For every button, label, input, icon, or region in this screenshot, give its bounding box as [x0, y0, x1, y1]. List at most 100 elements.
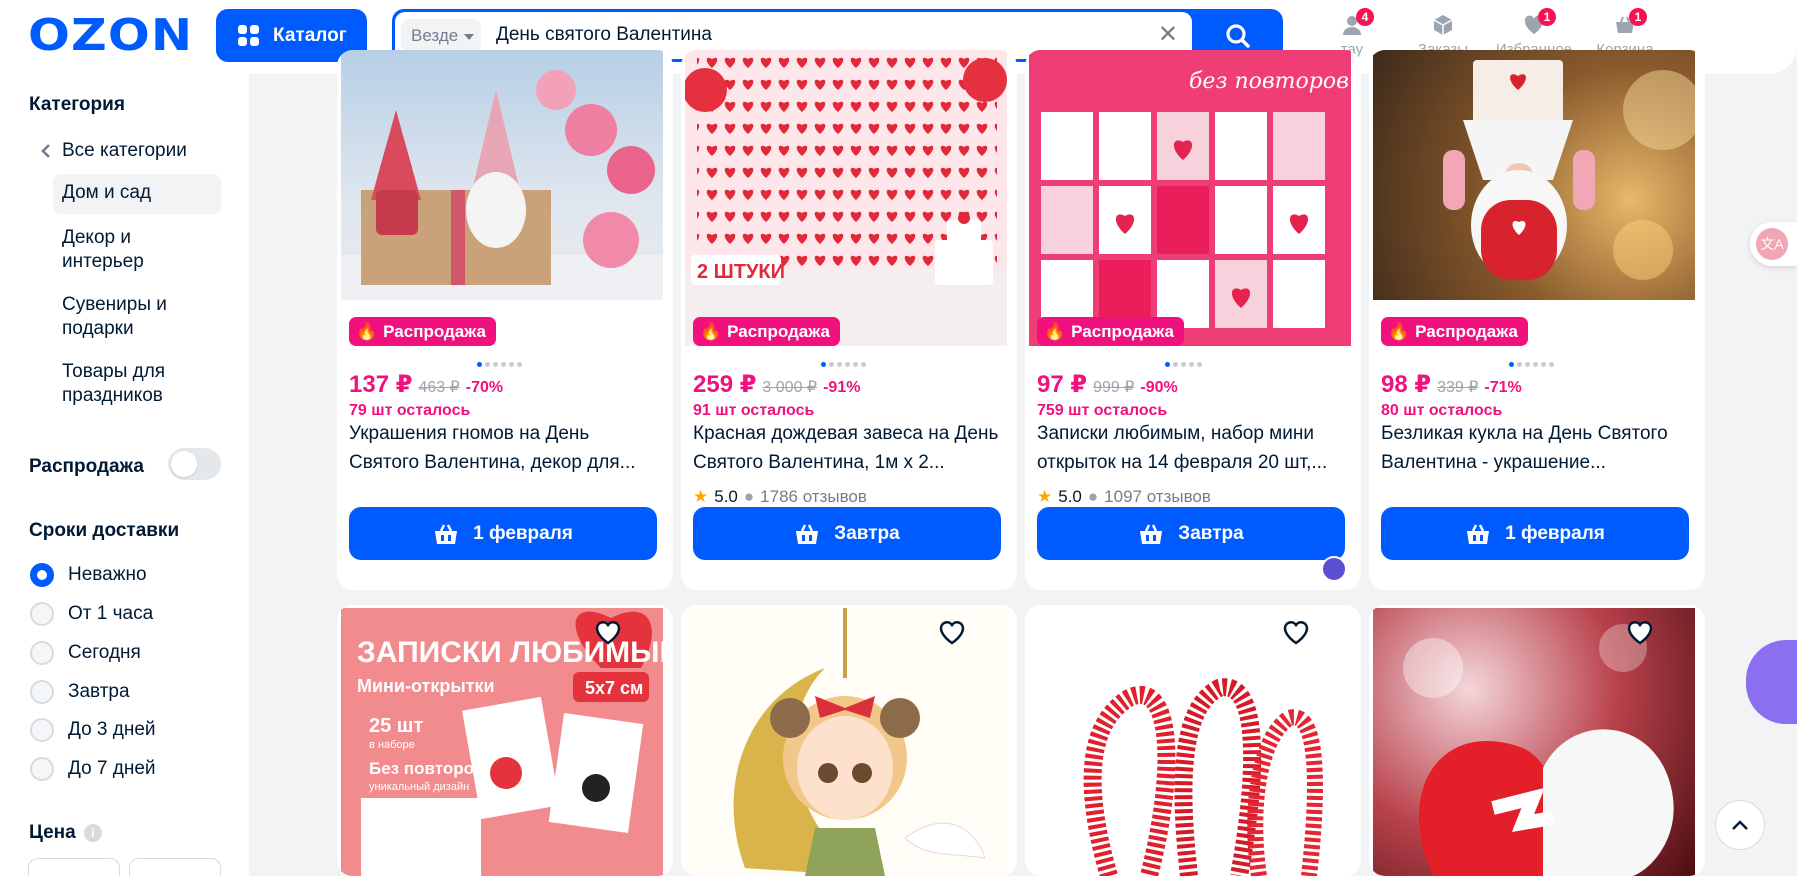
image-text: без повторов	[1189, 69, 1349, 94]
image-b1: 25 шт	[369, 715, 423, 737]
add-to-cart-button[interactable]: 1 февраля	[349, 507, 657, 560]
favorite-heart-icon[interactable]	[593, 617, 623, 647]
discount: -70%	[465, 379, 504, 396]
fire-icon: 🔥	[700, 321, 722, 341]
delivery-option-3days[interactable]: До 3 дней	[30, 718, 156, 742]
price: 259 ₽	[693, 371, 757, 398]
product-card[interactable]: 2 ШТУКИ 🔥 Распродажа 259 ₽ 3 000 ₽ -91% 91 …	[681, 50, 1017, 590]
sale-badge: 🔥 Распродажа	[1037, 317, 1184, 346]
price-line: 259 ₽ 3 000 ₽ -91%	[693, 370, 860, 399]
price: 97 ₽	[1037, 371, 1088, 398]
favorite-heart-icon[interactable]	[1625, 617, 1655, 647]
delivery-option-today[interactable]: Сегодня	[30, 641, 141, 665]
discount: -90%	[1140, 379, 1178, 396]
info-icon[interactable]: i	[83, 823, 102, 842]
product-card[interactable]: без повторов 🔥 Распродажа 97 ₽ 999 ₽ -90% 7…	[1025, 50, 1361, 590]
favorites-badge: 1	[1538, 8, 1556, 26]
price-line: 97 ₽ 999 ₽ -90%	[1037, 370, 1178, 399]
add-to-cart-button[interactable]: Завтра	[693, 507, 1001, 560]
image-pager[interactable]	[1509, 362, 1554, 367]
sale-badge: 🔥 Распродажа	[1381, 317, 1528, 346]
fire-icon: 🔥	[1044, 321, 1066, 341]
add-to-cart-button[interactable]: 1 февраля	[1381, 507, 1689, 560]
subcategory-decor[interactable]: Декор и интерьер	[62, 226, 212, 274]
sale-filter-label: Распродажа	[29, 456, 144, 477]
product-title[interactable]: Красная дождевая завеса на День Святого …	[693, 419, 1005, 477]
product-card[interactable]	[681, 605, 1017, 876]
product-card[interactable]	[1369, 605, 1705, 876]
rating[interactable]: ★ 5.0 ● 1097 отзывов	[1037, 487, 1211, 507]
image-pager[interactable]	[1165, 362, 1202, 367]
search-scope-select[interactable]: Везде	[401, 19, 481, 52]
price: 98 ₽	[1381, 371, 1432, 398]
assistant-widget[interactable]	[1746, 640, 1797, 724]
sale-badge-label: Распродажа	[727, 321, 830, 341]
product-card[interactable]: ЗАПИСКИ ЛЮБИМЫМ Мини-открытки 5x7 см 25 …	[337, 605, 673, 876]
image-pager[interactable]	[477, 362, 522, 367]
sale-badge: 🔥 Распродажа	[349, 317, 496, 346]
price-from-input[interactable]	[28, 858, 120, 876]
chevron-left-icon	[41, 144, 50, 158]
product-image[interactable]	[1029, 608, 1351, 876]
delivery-date-label: 1 февраля	[473, 522, 573, 544]
product-title[interactable]: Украшения гномов на День Святого Валенти…	[349, 419, 661, 477]
radio-icon	[30, 602, 54, 626]
product-image[interactable]: ЗАПИСКИ ЛЮБИМЫМ Мини-открытки 5x7 см 25 …	[341, 608, 663, 876]
old-price: 999 ₽	[1093, 379, 1135, 396]
discount: -91%	[823, 379, 861, 396]
product-image[interactable]	[1373, 50, 1695, 300]
sale-badge-label: Распродажа	[383, 321, 486, 341]
close-icon[interactable]: ✕	[1158, 22, 1178, 48]
rating-value: 5.0	[714, 487, 738, 506]
delivery-option-1h[interactable]: От 1 часа	[30, 602, 153, 626]
radio-selected-icon	[30, 563, 54, 587]
category-active[interactable]: Дом и сад	[53, 174, 221, 214]
fire-icon: 🔥	[356, 321, 378, 341]
stock-left: 80 шт осталось	[1381, 402, 1503, 419]
sale-badge-label: Распродажа	[1415, 321, 1518, 341]
product-image[interactable]: 2 ШТУКИ	[685, 50, 1007, 346]
delivery-option-7days[interactable]: До 7 дней	[30, 757, 156, 781]
sale-toggle[interactable]	[168, 448, 221, 480]
product-image[interactable]	[341, 50, 663, 300]
sale-badge: 🔥 Распродажа	[693, 317, 840, 346]
reviews-count: 1786 отзывов	[760, 487, 867, 506]
price-line: 98 ₽ 339 ₽ -71%	[1381, 370, 1522, 399]
comment-icon: ●	[1087, 487, 1099, 506]
radio-icon	[30, 641, 54, 665]
cart-badge: 1	[1629, 8, 1647, 26]
subcategory-holiday[interactable]: Товары для праздников	[62, 360, 212, 408]
add-to-cart-button[interactable]: Завтра	[1037, 507, 1345, 560]
old-price: 3 000 ₽	[762, 379, 818, 396]
chevron-down-icon	[464, 33, 475, 40]
delivery-date-label: 1 февраля	[1505, 522, 1605, 544]
favorite-heart-icon[interactable]	[937, 617, 967, 647]
translate-widget[interactable]: 文A	[1750, 222, 1797, 266]
image-size: 5x7 см	[585, 678, 643, 698]
image-b1s: в наборе	[369, 739, 415, 751]
product-image[interactable]	[1373, 608, 1695, 876]
catalog-label: Каталог	[273, 24, 347, 46]
ozon-logo[interactable]: OZON	[28, 14, 193, 58]
image-pager[interactable]	[821, 362, 866, 367]
product-card[interactable]: 🔥 Распродажа 98 ₽ 339 ₽ -71% 80 шт осталось…	[1369, 50, 1705, 590]
subcategory-souvenirs[interactable]: Сувениры и подарки	[62, 293, 212, 341]
scroll-to-top-button[interactable]	[1715, 800, 1765, 850]
box-icon	[1433, 15, 1453, 35]
price-to-input[interactable]	[129, 858, 221, 876]
product-card[interactable]: 🔥 Распродажа 137 ₽ 463 ₽ -70% 79 шт осталос…	[337, 50, 673, 590]
delivery-option-any[interactable]: Неважно	[30, 563, 147, 587]
product-card[interactable]	[1025, 605, 1361, 876]
product-title[interactable]: Безликая кукла на День Святого Валентина…	[1381, 419, 1693, 477]
product-title[interactable]: Записки любимым, набор мини открыток на …	[1037, 419, 1349, 477]
product-image[interactable]	[685, 608, 1007, 876]
star-icon: ★	[1037, 487, 1053, 506]
favorite-heart-icon[interactable]	[1281, 617, 1311, 647]
all-categories-link[interactable]: Все категории	[40, 140, 187, 162]
old-price: 339 ₽	[1437, 379, 1479, 396]
product-image[interactable]: без повторов	[1029, 50, 1351, 346]
delivery-date-label: Завтра	[834, 522, 900, 544]
radio-icon	[30, 757, 54, 781]
delivery-option-tomorrow[interactable]: Завтра	[30, 680, 130, 704]
rating[interactable]: ★ 5.0 ● 1786 отзывов	[693, 487, 867, 507]
